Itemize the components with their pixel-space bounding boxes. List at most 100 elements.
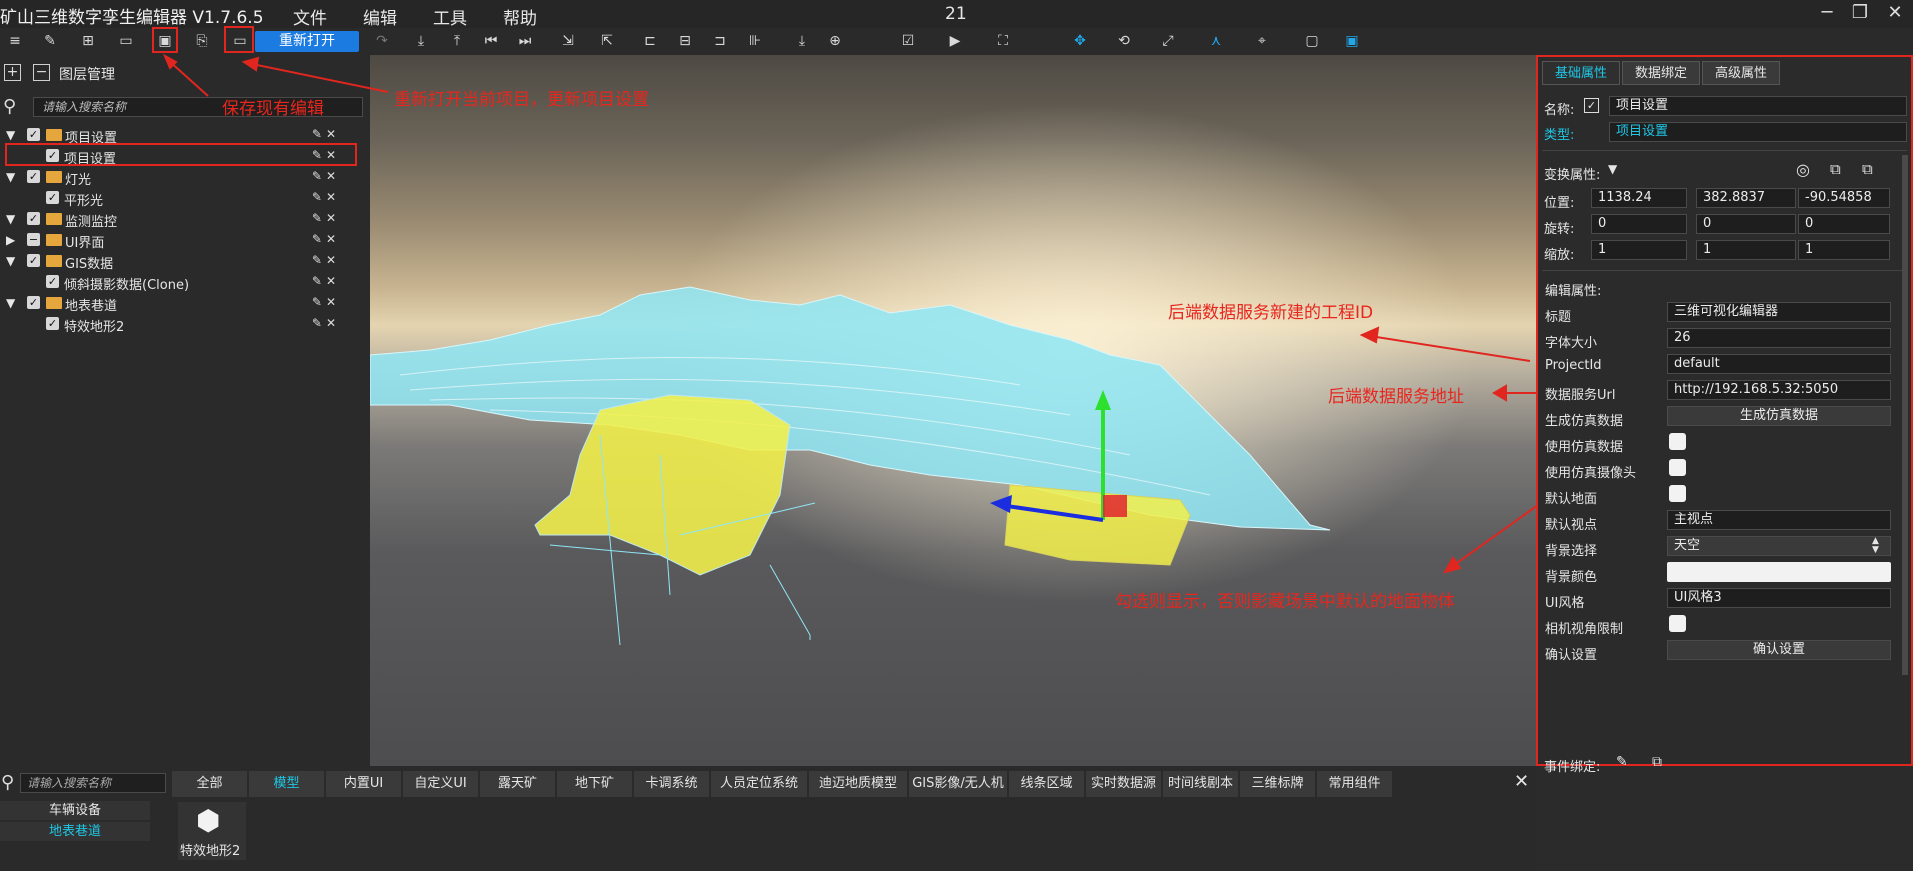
tab-data-binding[interactable]: 数据绑定 <box>1622 61 1700 85</box>
asset-tab[interactable]: 人员定位系统 <box>711 771 807 797</box>
chevron-down-icon[interactable]: ▼ <box>6 128 15 142</box>
asset-tab[interactable]: 线条区域 <box>1009 771 1084 797</box>
align-left-icon[interactable]: ⊏ <box>640 31 660 51</box>
asset-tab[interactable]: 模型 <box>249 771 324 797</box>
layer-actions-icon[interactable]: ✎✕ <box>312 169 340 183</box>
chevron-down-icon[interactable]: ▼ <box>6 254 15 268</box>
scale-x-field[interactable]: 1 <box>1591 240 1687 260</box>
reopen-button[interactable]: 重新打开 <box>255 31 359 52</box>
move-bottom-icon[interactable]: ⤓ <box>411 31 431 51</box>
database-icon[interactable]: ≡ <box>5 31 25 51</box>
open-folder-icon[interactable]: ▭ <box>116 31 136 51</box>
menu-tools[interactable]: 工具 <box>433 4 467 29</box>
background-color-swatch[interactable] <box>1667 562 1891 582</box>
wrench-icon[interactable]: ✎ <box>40 31 60 51</box>
close-icon[interactable]: ✕ <box>1514 771 1529 792</box>
menu-file[interactable]: 文件 <box>293 4 327 29</box>
asset-tab[interactable]: 自定义UI <box>403 771 478 797</box>
paste-icon[interactable]: ⧉ <box>1862 160 1873 178</box>
name-visible-checkbox[interactable]: ✓ <box>1584 98 1599 113</box>
rotation-x-field[interactable]: 0 <box>1591 214 1687 234</box>
copy-icon[interactable]: ⧉ <box>1830 160 1841 178</box>
asset-tab[interactable]: 全部 <box>172 771 247 797</box>
save-as-icon[interactable]: ⎘ <box>192 31 212 51</box>
rotate-tool-icon[interactable]: ⟲ <box>1114 31 1134 51</box>
layer-row[interactable]: ✓ 倾斜摄影数据(Clone) ✎✕ <box>0 272 370 293</box>
asset-tab[interactable]: 迪迈地质模型 <box>809 771 907 797</box>
align-center-icon[interactable]: ⊟ <box>675 31 695 51</box>
layer-actions-icon[interactable]: ✎✕ <box>312 232 340 246</box>
confirm-settings-button[interactable]: 确认设置 <box>1667 640 1891 660</box>
default-ground-checkbox[interactable] <box>1669 485 1686 502</box>
layer-actions-icon[interactable]: ✎✕ <box>312 316 340 330</box>
play-icon[interactable]: ▶ <box>945 31 965 51</box>
chevron-down-icon[interactable]: ▼ <box>6 296 15 310</box>
asset-tab[interactable]: 内置UI <box>326 771 401 797</box>
move-top-icon[interactable]: ⤒ <box>447 31 467 51</box>
frame-icon[interactable]: ▢ <box>1302 31 1322 51</box>
menu-help[interactable]: 帮助 <box>503 4 537 29</box>
layer-row[interactable]: ▼ ✓ 项目设置 ✎✕ <box>0 125 370 146</box>
pivot-icon[interactable]: ⌖ <box>1252 31 1272 51</box>
tab-advanced-properties[interactable]: 高级属性 <box>1702 61 1780 85</box>
fullscreen-icon[interactable]: ⛶ <box>993 31 1013 51</box>
export-icon[interactable]: ⇱ <box>597 31 617 51</box>
ui-style-field[interactable]: UI风格3 <box>1667 588 1891 608</box>
layer-visible-checkbox[interactable]: ✓ <box>46 191 59 204</box>
layer-visible-checkbox[interactable]: ✓ <box>27 254 40 267</box>
3d-viewport[interactable] <box>370 55 1536 766</box>
layer-visible-checkbox[interactable]: ✓ <box>46 317 59 330</box>
menu-edit[interactable]: 编辑 <box>363 4 397 29</box>
chevron-down-icon[interactable]: ▼ <box>6 170 15 184</box>
use-sim-camera-checkbox[interactable] <box>1669 459 1686 476</box>
axis-icon[interactable]: ⋏ <box>1206 31 1226 51</box>
asset-tab[interactable]: 实时数据源 <box>1086 771 1161 797</box>
layer-visible-checkbox[interactable]: ✓ <box>27 212 40 225</box>
layer-actions-icon[interactable]: ✎✕ <box>312 253 340 267</box>
close-button[interactable]: ✕ <box>1880 2 1910 23</box>
chevron-right-icon[interactable]: ▶ <box>6 233 15 247</box>
asset-search-input[interactable]: 请输入搜索名称 <box>20 773 166 793</box>
rotation-z-field[interactable]: 0 <box>1798 214 1890 234</box>
collapse-all-button[interactable]: − <box>33 64 50 81</box>
layer-row[interactable]: ✓ 平形光 ✎✕ <box>0 188 370 209</box>
expand-all-button[interactable]: + <box>4 64 21 81</box>
asset-tab[interactable]: 三维标牌 <box>1240 771 1315 797</box>
asset-tab[interactable]: 露天矿 <box>480 771 555 797</box>
layer-row[interactable]: ▼ ✓ 地表巷道 ✎✕ <box>0 293 370 314</box>
properties-scrollbar[interactable] <box>1902 155 1908 675</box>
scale-y-field[interactable]: 1 <box>1696 240 1796 260</box>
gen-sim-button[interactable]: 生成仿真数据 <box>1667 406 1891 426</box>
snap-icon[interactable]: ▣ <box>1342 31 1362 51</box>
globe-icon[interactable]: ⊕ <box>825 31 845 51</box>
move-tool-icon[interactable]: ✥ <box>1070 31 1090 51</box>
service-url-field[interactable]: http://192.168.5.32:5050 <box>1667 380 1891 400</box>
tab-basic-properties[interactable]: 基础属性 <box>1542 61 1620 85</box>
target-icon[interactable]: ◎ <box>1796 160 1810 179</box>
scale-tool-icon[interactable]: ⤢ <box>1158 31 1178 51</box>
asset-tab[interactable]: 常用组件 <box>1317 771 1392 797</box>
title-field[interactable]: 三维可视化编辑器 <box>1667 302 1891 322</box>
layer-row[interactable]: ▶ − UI界面 ✎✕ <box>0 230 370 251</box>
layer-visible-checkbox[interactable]: ✓ <box>46 275 59 288</box>
position-y-field[interactable]: 382.8837 <box>1696 188 1796 208</box>
layer-actions-icon[interactable]: ✎✕ <box>312 127 340 141</box>
maximize-button[interactable]: ❐ <box>1845 2 1875 23</box>
align-right-icon[interactable]: ⊐ <box>710 31 730 51</box>
layer-row[interactable]: ▼ ✓ GIS数据 ✎✕ <box>0 251 370 272</box>
font-size-field[interactable]: 26 <box>1667 328 1891 348</box>
spinner-icon[interactable]: ▲ ▼ <box>1872 537 1879 555</box>
download-icon[interactable]: ⤓ <box>792 31 812 51</box>
checkbox-icon[interactable]: ☑ <box>898 31 918 51</box>
category-surface-tunnel[interactable]: 地表巷道 <box>0 822 150 841</box>
scale-z-field[interactable]: 1 <box>1798 240 1890 260</box>
default-view-field[interactable]: 主视点 <box>1667 510 1891 530</box>
asset-tab[interactable]: 地下矿 <box>557 771 632 797</box>
first-icon[interactable]: ⏮ <box>481 31 501 51</box>
position-z-field[interactable]: -90.54858 <box>1798 188 1890 208</box>
asset-tab[interactable]: GIS影像/无人机 <box>909 771 1007 797</box>
distribute-icon[interactable]: ⊪ <box>745 31 765 51</box>
minimize-button[interactable]: ─ <box>1812 2 1842 23</box>
asset-tab[interactable]: 卡调系统 <box>634 771 709 797</box>
chevron-down-icon[interactable]: ▼ <box>6 212 15 226</box>
